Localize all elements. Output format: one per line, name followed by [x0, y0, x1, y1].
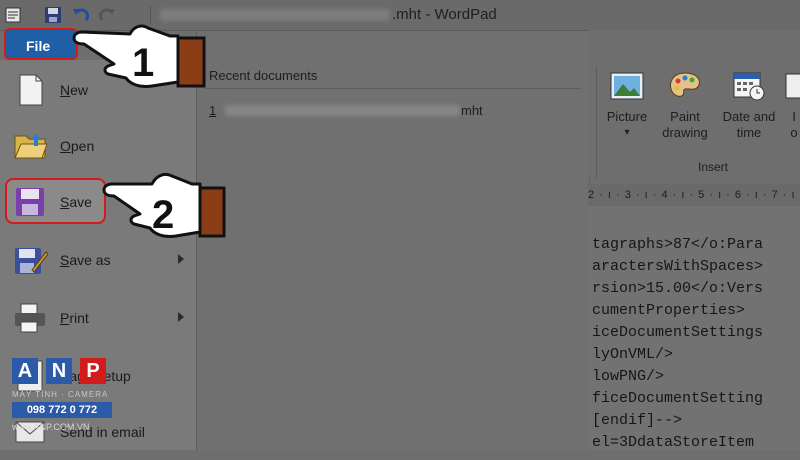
- chevron-right-icon: [178, 312, 184, 322]
- watermark-subtitle: MÁY TÍNH · CAMERA: [12, 390, 109, 399]
- menu-label-save: Save: [60, 194, 92, 210]
- printer-icon: [15, 303, 45, 333]
- doc-line: tagraphs>87</o:Para: [592, 236, 764, 253]
- file-tab[interactable]: File: [4, 28, 78, 60]
- doc-line: rsion>15.00</o:Vers: [592, 280, 764, 297]
- new-document-icon: [19, 74, 43, 106]
- wordpad-app-icon[interactable]: [4, 6, 22, 24]
- insert-object-label-line1: I: [792, 109, 796, 124]
- picture-label: Picture: [606, 109, 648, 124]
- date-time-label-line2: time: [736, 125, 762, 140]
- watermark-site: www.ANP.COM.VN: [12, 422, 90, 432]
- doc-line: ficeDocumentSetting: [592, 390, 764, 407]
- watermark-letter: P: [80, 358, 106, 384]
- doc-line: iceDocumentSettings: [592, 324, 764, 341]
- calendar-clock-icon: [733, 72, 765, 101]
- paint-drawing-button[interactable]: Paint drawing: [654, 70, 716, 141]
- save-as-icon: [15, 248, 48, 274]
- insert-object-icon: [785, 73, 800, 99]
- menu-label-save-as: Save as: [60, 252, 111, 268]
- doc-line: [endif]-->: [592, 412, 683, 429]
- watermark-phone: 098 772 0 772: [12, 402, 112, 418]
- picture-dropdown-arrow: ▾: [624, 127, 630, 138]
- insert-group-label: Insert: [698, 160, 729, 174]
- step-2-number: 2: [152, 193, 174, 237]
- document-area[interactable]: tagraphs>87</o:Para aractersWithSpaces> …: [588, 206, 800, 450]
- recent-item-extension[interactable]: mht: [461, 103, 483, 118]
- paint-palette-icon: [670, 72, 700, 97]
- doc-line: cumentProperties>: [592, 302, 746, 319]
- doc-line: lyOnVML/>: [592, 346, 674, 363]
- recent-documents-panel: Recent documents 1 mht: [196, 32, 590, 450]
- insert-object-button[interactable]: I o: [784, 70, 800, 141]
- paint-label-line1: Paint: [670, 109, 700, 124]
- doc-line: aractersWithSpaces>: [592, 258, 764, 275]
- doc-line: lowPNG/>: [592, 368, 665, 385]
- picture-icon: [610, 72, 644, 100]
- watermark-letter: N: [46, 358, 72, 384]
- pointing-hand-step-2-icon: 2: [102, 172, 226, 238]
- doc-line: el=3DdataStoreItem: [592, 434, 755, 450]
- window-title: .mht - WordPad: [392, 6, 497, 23]
- recent-item-blurred-name[interactable]: [225, 105, 460, 116]
- ribbon-insert-group: Picture ▾ Paint drawing Date and time I …: [588, 30, 800, 178]
- chevron-right-icon: [178, 254, 184, 264]
- save-disk-icon: [16, 188, 44, 216]
- menu-label-open: Open: [60, 138, 95, 154]
- open-folder-icon: [14, 134, 48, 159]
- recent-item-number[interactable]: 1: [209, 103, 216, 118]
- anp-watermark: A N P MÁY TÍNH · CAMERA 098 772 0 772 ww…: [6, 358, 116, 438]
- recent-separator: [205, 88, 581, 89]
- date-time-button[interactable]: Date and time: [718, 70, 780, 141]
- step-1-number: 1: [132, 41, 154, 85]
- insert-object-label-line2: o: [790, 125, 798, 140]
- recent-documents-title: Recent documents: [209, 68, 318, 83]
- menu-label-print: Print: [60, 310, 89, 326]
- menu-item-print[interactable]: Print: [0, 290, 196, 346]
- save-qat-icon[interactable]: [44, 6, 62, 24]
- date-time-label-line1: Date and: [722, 109, 776, 124]
- paint-label-line2: drawing: [662, 125, 708, 140]
- pointing-hand-step-1-icon: 1: [72, 24, 206, 88]
- ruler[interactable]: 2 · ı · 3 · ı · 4 · ı · 5 · ı · 6 · ı · …: [588, 184, 800, 206]
- watermark-letter: A: [12, 358, 38, 384]
- picture-button[interactable]: Picture ▾: [596, 70, 658, 141]
